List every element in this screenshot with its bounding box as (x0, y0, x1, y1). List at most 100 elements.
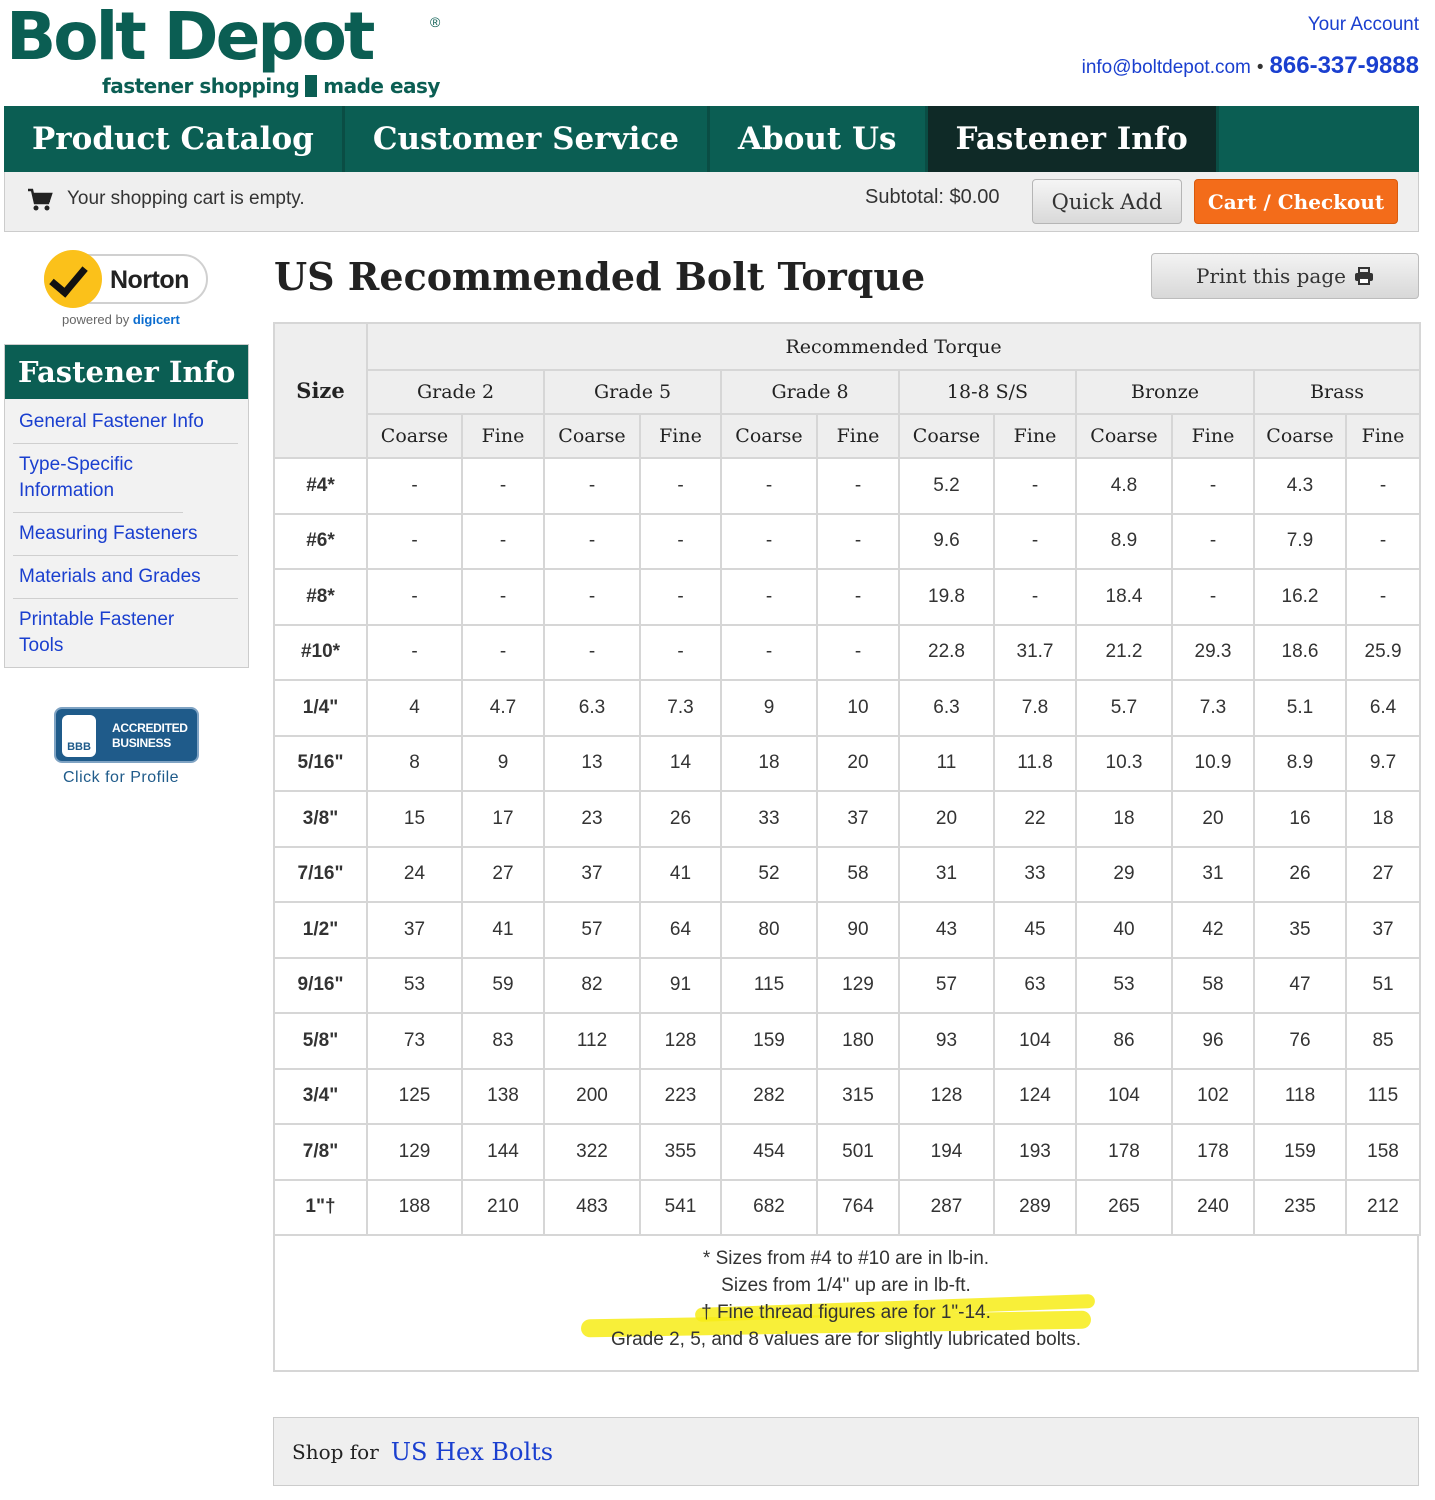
torque-cell: 45 (993, 901, 1077, 959)
table-row: 1/4" 4 4.7 6.3 7.3 9 10 6.3 7.8 5.7 7.3 5.1 6.4 (273, 679, 1422, 737)
recommended-torque-header: Recommended Torque (365, 322, 1422, 371)
phone-link[interactable]: 866-337-9888 (1270, 52, 1419, 79)
torque-cell: 33 (993, 845, 1077, 903)
torque-cell: 454 (720, 1123, 818, 1181)
torque-table: Size Recommended Torque Grade 2 Grade 5 Gr… (273, 322, 1422, 1236)
torque-cell: 37 (816, 790, 900, 848)
norton-seal[interactable]: Norton powered by digicert (40, 242, 210, 334)
torque-cell: 9.6 (898, 512, 995, 570)
nav-about-us[interactable]: About Us (710, 106, 928, 172)
size-cell: 5/16" (273, 734, 368, 792)
torque-cell: 129 (816, 956, 900, 1014)
coarse-header: Coarse (1075, 413, 1173, 459)
shop-for-bar: Shop for US Hex Bolts (273, 1417, 1419, 1486)
nav-customer-service[interactable]: Customer Service (345, 106, 710, 172)
torque-cell: 40 (1075, 901, 1173, 959)
torque-cell: 9 (720, 679, 818, 737)
torque-cell: 9.7 (1344, 734, 1422, 792)
torque-cell: 4.3 (1253, 457, 1347, 515)
shopping-cart-icon[interactable] (27, 188, 53, 212)
torque-cell: 31 (898, 845, 995, 903)
table-row: 7/16" 24 27 37 41 52 58 31 33 29 31 26 27 (273, 845, 1422, 903)
torque-cell: - (993, 457, 1077, 515)
torque-cell: 5.7 (1075, 679, 1173, 737)
torque-cell: 159 (1253, 1123, 1347, 1181)
table-row: 5/16" 8 9 13 14 18 20 11 11.8 10.3 10.9 8.9 9.7 (273, 734, 1422, 792)
bbb-click-for-profile[interactable]: Click for Profile (63, 769, 179, 787)
torque-cell: 315 (816, 1067, 900, 1125)
torque-cell: 8.9 (1253, 734, 1347, 792)
nav-fastener-info[interactable]: Fastener Info (927, 106, 1219, 172)
sidebar-link-type-specific-information[interactable]: Type-Specific Information (13, 444, 183, 513)
logo-tagline-left: fastener shopping (102, 74, 300, 98)
fine-header: Fine (816, 413, 900, 459)
torque-cell: - (816, 512, 900, 570)
table-row: #8* - - - - - -19.8-18.4-16.2- (273, 568, 1422, 626)
table-row: 3/4" 125 138 200 223 282 315 128 124 104 102 118 115 (273, 1067, 1422, 1125)
torque-cell: - (993, 512, 1077, 570)
torque-cell: 31 (1171, 845, 1255, 903)
torque-cell: 19.8 (898, 568, 995, 626)
torque-cell: 25.9 (1344, 623, 1422, 681)
material-header: Grade 2 (366, 369, 545, 415)
torque-cell: 200 (543, 1067, 641, 1125)
torque-cell: 180 (816, 1012, 900, 1070)
bolt-depot-logo[interactable]: Bolt Depot ® fastener shopping made easy (6, 4, 446, 100)
table-row: #10* - - - - - -22.8 31.7 21.2 29.3 18.6 25.9 (273, 623, 1422, 681)
fine-header: Fine (461, 413, 545, 459)
size-cell: #6* (273, 512, 368, 570)
torque-cell: 27 (461, 845, 545, 903)
sidebar-link-printable-fastener-tools[interactable]: Printable Fastener Tools (13, 599, 213, 667)
torque-cell: 223 (639, 1067, 722, 1125)
sidebar-link-measuring-fasteners[interactable]: Measuring Fasteners (13, 513, 238, 556)
torque-cell: 73 (366, 1012, 463, 1070)
torque-cell: 96 (1171, 1012, 1255, 1070)
torque-cell: 8 (366, 734, 463, 792)
coarse-header: Coarse (543, 413, 641, 459)
torque-cell: - (461, 568, 545, 626)
torque-cell: 16 (1253, 790, 1347, 848)
sidebar-nav: Fastener Info General Fastener Info Type… (4, 344, 249, 668)
email-link[interactable]: info@boltdepot.com (1082, 57, 1251, 78)
torque-cell: 24 (366, 845, 463, 903)
norton-check-icon (44, 250, 102, 308)
torque-cell: 178 (1075, 1123, 1173, 1181)
size-cell: #8* (273, 568, 368, 626)
torque-cell: 11 (898, 734, 995, 792)
torque-cell: 9 (461, 734, 545, 792)
sidebar-link-materials-and-grades[interactable]: Materials and Grades (13, 556, 238, 599)
torque-cell: 6.3 (898, 679, 995, 737)
torque-cell: 80 (720, 901, 818, 959)
sidebar-heading: Fastener Info (5, 345, 248, 399)
contact-info: info@boltdepot.com • 866-337-9888 (1082, 52, 1419, 80)
quick-add-button[interactable]: Quick Add (1032, 179, 1182, 224)
torque-cell: 18 (1344, 790, 1422, 848)
bbb-torch-icon: BBB (62, 715, 96, 757)
torque-cell: 31.7 (993, 623, 1077, 681)
torque-cell: 14 (639, 734, 722, 792)
cart-checkout-button[interactable]: Cart / Checkout (1194, 179, 1398, 224)
torque-cell: 158 (1344, 1123, 1422, 1181)
torque-cell: 42 (1171, 901, 1255, 959)
torque-cell: 104 (1075, 1067, 1173, 1125)
bbb-accredited-badge[interactable]: BBB ACCREDITED BUSINESS Click for Profile (54, 707, 204, 797)
torque-cell: 7.8 (993, 679, 1077, 737)
printer-icon (1355, 267, 1373, 285)
torque-cell: - (816, 457, 900, 515)
sidebar-link-general-fastener-info[interactable]: General Fastener Info (13, 401, 238, 444)
nav-product-catalog[interactable]: Product Catalog (4, 106, 345, 172)
torque-cell: 235 (1253, 1178, 1347, 1236)
torque-cell: 76 (1253, 1012, 1347, 1070)
torque-cell: 29 (1075, 845, 1173, 903)
size-cell: 7/16" (273, 845, 368, 903)
torque-cell: 210 (461, 1178, 545, 1236)
us-hex-bolts-link[interactable]: US Hex Bolts (391, 1438, 553, 1466)
torque-cell: - (639, 512, 722, 570)
torque-cell: 125 (366, 1067, 463, 1125)
torque-cell: - (720, 568, 818, 626)
torque-cell: 112 (543, 1012, 641, 1070)
material-header: Bronze (1075, 369, 1255, 415)
print-page-button[interactable]: Print this page (1151, 253, 1419, 299)
torque-cell: 104 (993, 1012, 1077, 1070)
your-account-link[interactable]: Your Account (1308, 14, 1419, 36)
